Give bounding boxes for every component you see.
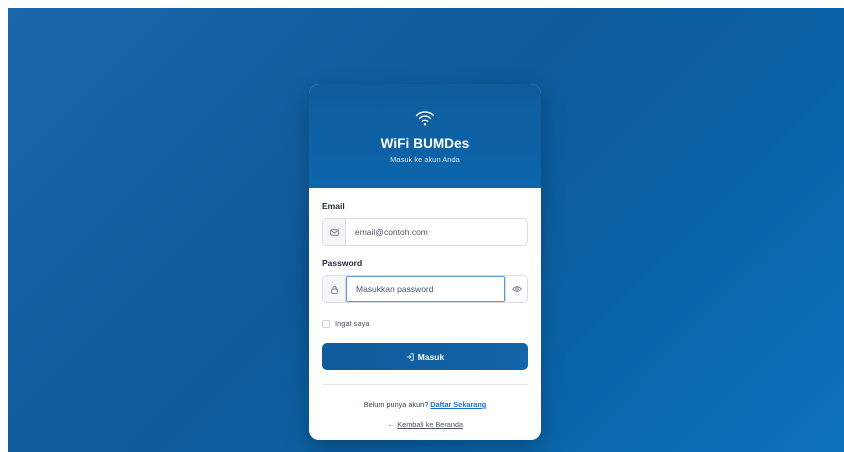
register-prompt-row: Belum punya akun? Daftar Sekarang <box>322 400 528 409</box>
lock-icon <box>330 285 338 294</box>
password-label: Password <box>322 258 363 268</box>
toggle-password-button[interactable] <box>505 276 527 302</box>
app-subtitle: Masuk ke akun Anda <box>390 155 460 164</box>
background: WiFi BUMDes Masuk ke akun Anda Email Pas… <box>8 8 844 452</box>
login-form: Email Password <box>309 188 541 429</box>
remember-label[interactable]: Ingat saya <box>335 319 370 328</box>
wifi-icon <box>415 111 435 126</box>
card-header: WiFi BUMDes Masuk ke akun Anda <box>309 84 541 188</box>
login-card: WiFi BUMDes Masuk ke akun Anda Email Pas… <box>309 84 541 440</box>
divider <box>322 384 528 385</box>
password-input[interactable] <box>346 276 505 302</box>
login-button[interactable]: Masuk <box>322 343 528 370</box>
email-label: Email <box>322 201 345 211</box>
email-input-group <box>322 218 528 246</box>
register-link[interactable]: Daftar Sekarang <box>430 400 486 409</box>
back-row: ← Kembali ke Beranda <box>322 420 528 429</box>
app-title: WiFi BUMDes <box>380 136 470 151</box>
email-addon <box>323 219 346 245</box>
remember-checkbox[interactable] <box>322 319 330 328</box>
email-input[interactable] <box>346 219 527 245</box>
password-addon <box>323 276 346 302</box>
eye-icon <box>511 286 522 292</box>
register-prompt: Belum punya akun? <box>363 400 429 409</box>
sign-in-icon <box>406 352 414 361</box>
envelope-icon <box>329 228 339 236</box>
login-button-label: Masuk <box>417 351 445 362</box>
arrow-left-icon: ← <box>386 420 395 429</box>
remember-me: Ingat saya <box>322 319 528 328</box>
password-input-group <box>322 275 528 303</box>
back-home-link[interactable]: Kembali ke Beranda <box>397 420 463 429</box>
